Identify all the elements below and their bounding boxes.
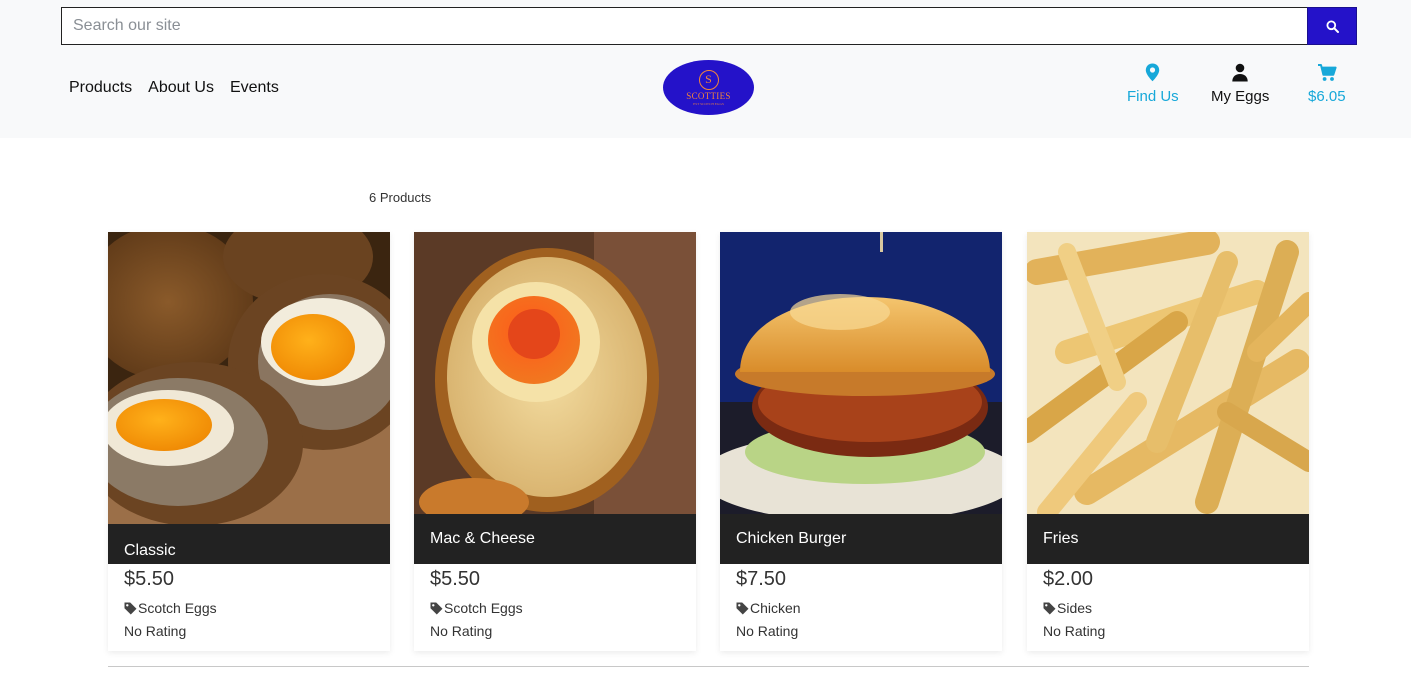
product-card[interactable]: Mac & Cheese $5.50 Scotch Eggs No Rating: [414, 232, 696, 651]
product-name: Fries: [1027, 514, 1309, 564]
product-category[interactable]: Sides: [1043, 600, 1092, 616]
product-rating: No Rating: [124, 623, 187, 639]
tag-icon: [1043, 602, 1056, 614]
cart-icon: [1317, 64, 1337, 81]
product-image[interactable]: [108, 232, 390, 524]
search-input[interactable]: [61, 7, 1307, 45]
cart-total: $6.05: [1308, 88, 1346, 105]
product-category-label: Scotch Eggs: [444, 600, 523, 616]
search-icon: [1326, 20, 1339, 33]
product-price: $7.50: [736, 568, 787, 590]
product-category-label: Chicken: [750, 600, 801, 616]
my-eggs-link[interactable]: My Eggs: [1211, 63, 1269, 105]
user-icon: [1232, 63, 1248, 82]
logo-tagline: EST SCOTCH EGGS: [693, 101, 724, 106]
tag-icon: [124, 602, 137, 614]
product-image[interactable]: [720, 232, 1002, 514]
nav-link-products[interactable]: Products: [69, 79, 132, 97]
product-count: 6 Products: [369, 190, 432, 205]
search-bar: [61, 7, 1357, 45]
product-category[interactable]: Scotch Eggs: [124, 600, 217, 616]
tag-icon: [736, 602, 749, 614]
product-name: Classic: [108, 524, 390, 564]
product-price: $5.50: [124, 568, 175, 590]
logo-name: SCOTTIES: [686, 90, 731, 101]
product-rating: No Rating: [736, 623, 799, 639]
product-category-label: Scotch Eggs: [138, 600, 217, 616]
cart-link[interactable]: $6.05: [1308, 63, 1346, 105]
site-logo[interactable]: S SCOTTIES EST SCOTCH EGGS: [663, 60, 754, 115]
my-eggs-label: My Eggs: [1211, 88, 1270, 105]
product-card[interactable]: Chicken Burger $7.50 Chicken No Rating: [720, 232, 1002, 651]
nav-link-events[interactable]: Events: [230, 79, 279, 97]
find-us-label: Find Us: [1127, 88, 1179, 105]
nav-link-about-us[interactable]: About Us: [148, 79, 214, 97]
logo-monogram: S: [698, 69, 719, 90]
find-us-link[interactable]: Find Us: [1127, 63, 1179, 105]
section-divider: [108, 666, 1309, 667]
product-card[interactable]: Classic $5.50 Scotch Eggs No Rating: [108, 232, 390, 651]
site-header: Products About Us Events S SCOTTIES EST …: [0, 0, 1411, 138]
search-button[interactable]: [1307, 7, 1357, 45]
product-price: $2.00: [1043, 568, 1094, 590]
product-rating: No Rating: [430, 623, 493, 639]
product-price: $5.50: [430, 568, 481, 590]
product-image[interactable]: [414, 232, 696, 514]
location-pin-icon: [1146, 63, 1160, 82]
product-card[interactable]: Fries $2.00 Sides No Rating: [1027, 232, 1309, 651]
product-category[interactable]: Scotch Eggs: [430, 600, 523, 616]
product-category-label: Sides: [1057, 600, 1093, 616]
product-name: Mac & Cheese: [414, 514, 696, 564]
tag-icon: [430, 602, 443, 614]
product-image[interactable]: [1027, 232, 1309, 514]
product-name: Chicken Burger: [720, 514, 1002, 564]
product-rating: No Rating: [1043, 623, 1106, 639]
product-category[interactable]: Chicken: [736, 600, 801, 616]
main-nav: Products About Us Events: [69, 79, 279, 97]
